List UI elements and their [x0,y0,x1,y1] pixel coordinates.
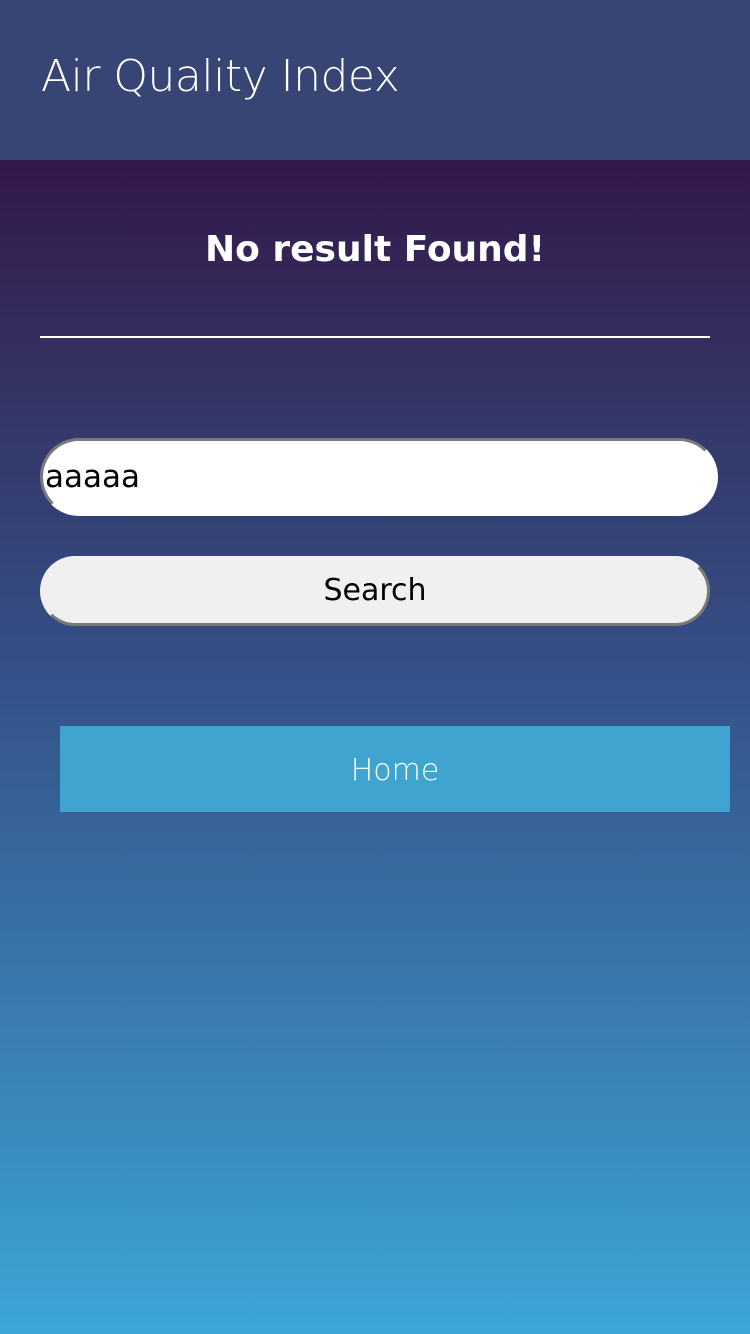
search-button[interactable]: Search [40,556,710,626]
no-result-message: No result Found! [204,229,545,270]
app-title: Air Quality Index [41,51,400,102]
home-button[interactable]: Home [60,726,730,812]
divider [40,336,710,338]
app-header: Air Quality Index [0,0,750,160]
app-screen: Air Quality Index No result Found! Searc… [0,0,750,1334]
search-input[interactable] [40,438,718,516]
